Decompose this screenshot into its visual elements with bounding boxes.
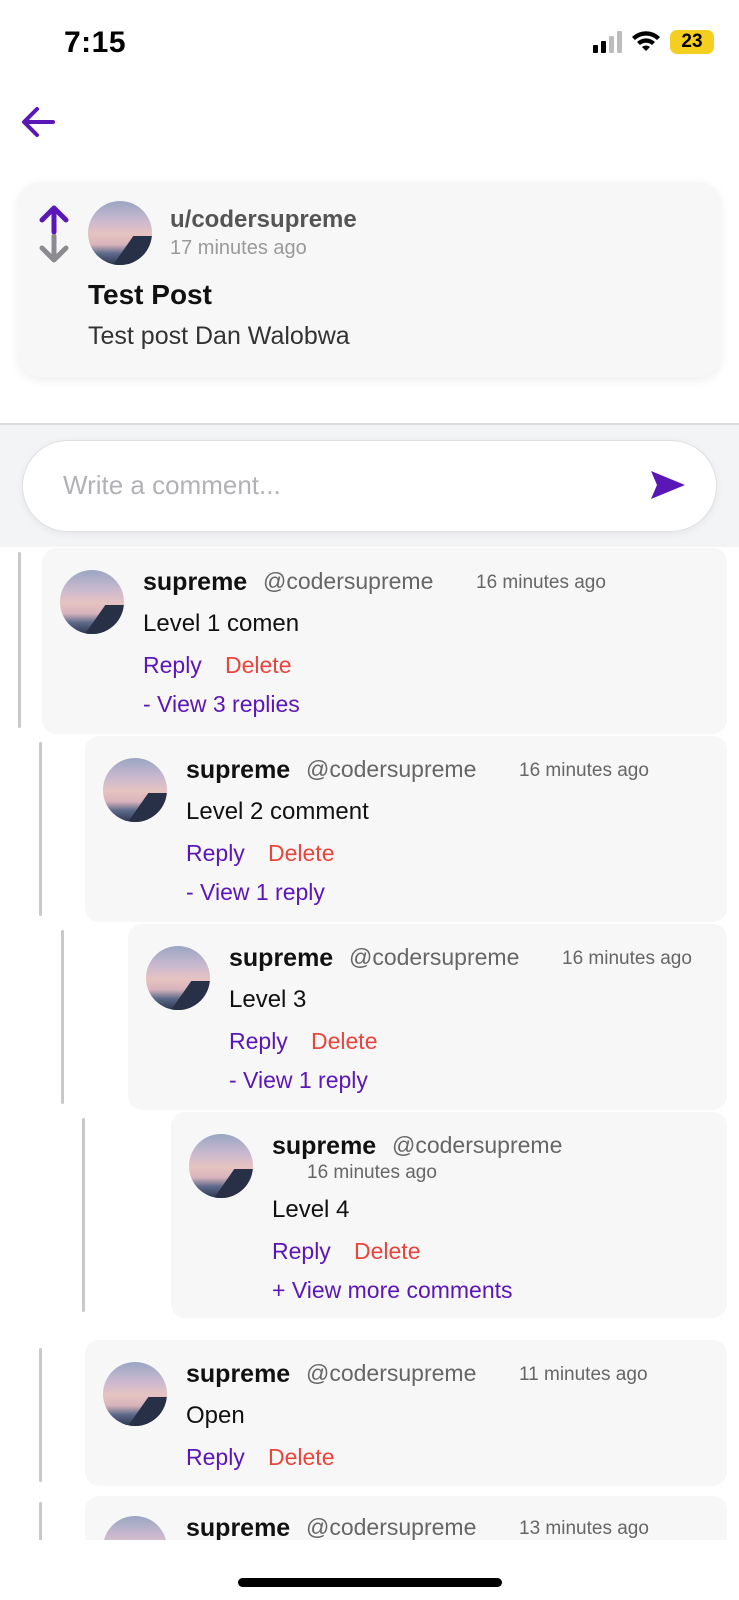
comment-text: Level 1 comen [143,610,300,637]
comment-card: supreme @codersupreme 16 minutes ago Lev… [171,1112,727,1318]
arrow-up-icon [39,205,69,234]
send-icon [651,471,685,499]
avatar[interactable] [189,1134,253,1198]
delete-button[interactable]: Delete [225,652,291,679]
bottom-safe-area [0,1540,739,1600]
vote-column [35,202,73,266]
avatar[interactable] [103,1362,167,1426]
delete-button[interactable]: Delete [311,1028,377,1055]
reply-button[interactable]: Reply [229,1028,288,1055]
comment-author-handle: @codersupreme [392,1132,563,1158]
thread-line [39,742,42,916]
thread-line [61,930,64,1104]
downvote-button[interactable] [36,232,72,266]
comment-author-handle: @codersupreme [263,568,434,594]
comment-card: supreme @codersupreme 11 minutes ago Ope… [85,1340,727,1486]
status-icons: 23 [593,30,714,54]
thread-line [18,552,21,728]
comment-card: supreme @codersupreme 16 minutes ago Lev… [42,548,727,734]
comment-author-handle: @codersupreme [349,944,520,970]
comment-author-handle: @codersupreme [306,1360,477,1386]
comment-author-handle: @codersupreme [306,756,477,782]
comment-timestamp: 16 minutes ago [519,760,649,781]
avatar[interactable] [88,201,152,265]
home-indicator[interactable] [238,1578,502,1587]
reply-button[interactable]: Reply [272,1238,331,1265]
cellular-signal-icon [593,31,622,53]
avatar[interactable] [60,570,124,634]
thread-line [39,1348,42,1482]
comment-timestamp: 11 minutes ago [519,1364,648,1385]
comment-author-name[interactable]: supreme [186,756,290,785]
comment-timestamp: 16 minutes ago [562,948,692,969]
comment-author-handle: @codersupreme [306,1514,477,1540]
comment-author-name[interactable]: supreme [143,568,247,597]
status-bar: 7:15 23 [0,0,739,90]
upvote-button[interactable] [36,202,72,236]
thread-line [82,1118,85,1312]
comment-composer [22,440,717,532]
comment-input[interactable] [63,441,623,529]
status-time: 7:15 [64,26,127,59]
battery-level: 23 [681,31,703,52]
view-replies-toggle[interactable]: - View 1 reply [186,879,325,906]
post-username[interactable]: u/codersupreme [170,206,357,234]
view-replies-toggle[interactable]: - View 1 reply [229,1067,368,1094]
avatar[interactable] [146,946,210,1010]
view-replies-toggle[interactable]: - View 3 replies [143,691,300,718]
comment-timestamp: 16 minutes ago [476,572,606,593]
comment-text: Open [186,1402,245,1429]
reply-button[interactable]: Reply [186,840,245,867]
delete-button[interactable]: Delete [268,1444,334,1471]
post-body: Test post Dan Walobwa [88,322,350,350]
view-more-comments-link[interactable]: + View more comments [272,1277,513,1304]
send-button[interactable] [648,467,688,503]
arrow-down-icon [39,234,69,263]
comment-author-name[interactable]: supreme [186,1360,290,1389]
back-button[interactable] [18,103,58,141]
comment-timestamp: 16 minutes ago [307,1162,437,1183]
comment-author-name[interactable]: supreme [186,1514,290,1543]
comment-author-name[interactable]: supreme [272,1132,376,1161]
reply-button[interactable]: Reply [186,1444,245,1471]
comment-card: supreme @codersupreme 16 minutes ago Lev… [85,736,727,922]
delete-button[interactable]: Delete [354,1238,420,1265]
post-title: Test Post [88,279,212,310]
avatar[interactable] [103,758,167,822]
battery-icon: 23 [670,30,714,54]
post-timestamp: 17 minutes ago [170,237,307,259]
thread-line [39,1502,42,1542]
arrow-left-icon [22,107,55,137]
reply-button[interactable]: Reply [143,652,202,679]
post-card: u/codersupreme 17 minutes ago Test Post … [18,182,721,377]
comment-text: Level 3 [229,986,307,1013]
comment-timestamp: 13 minutes ago [519,1518,649,1539]
comment-card: supreme @codersupreme 16 minutes ago Lev… [128,924,727,1110]
wifi-icon [632,31,660,51]
comment-text: Level 4 [272,1196,350,1223]
delete-button[interactable]: Delete [268,840,334,867]
comment-author-name[interactable]: supreme [229,944,333,973]
comment-text: Level 2 comment [186,798,369,825]
